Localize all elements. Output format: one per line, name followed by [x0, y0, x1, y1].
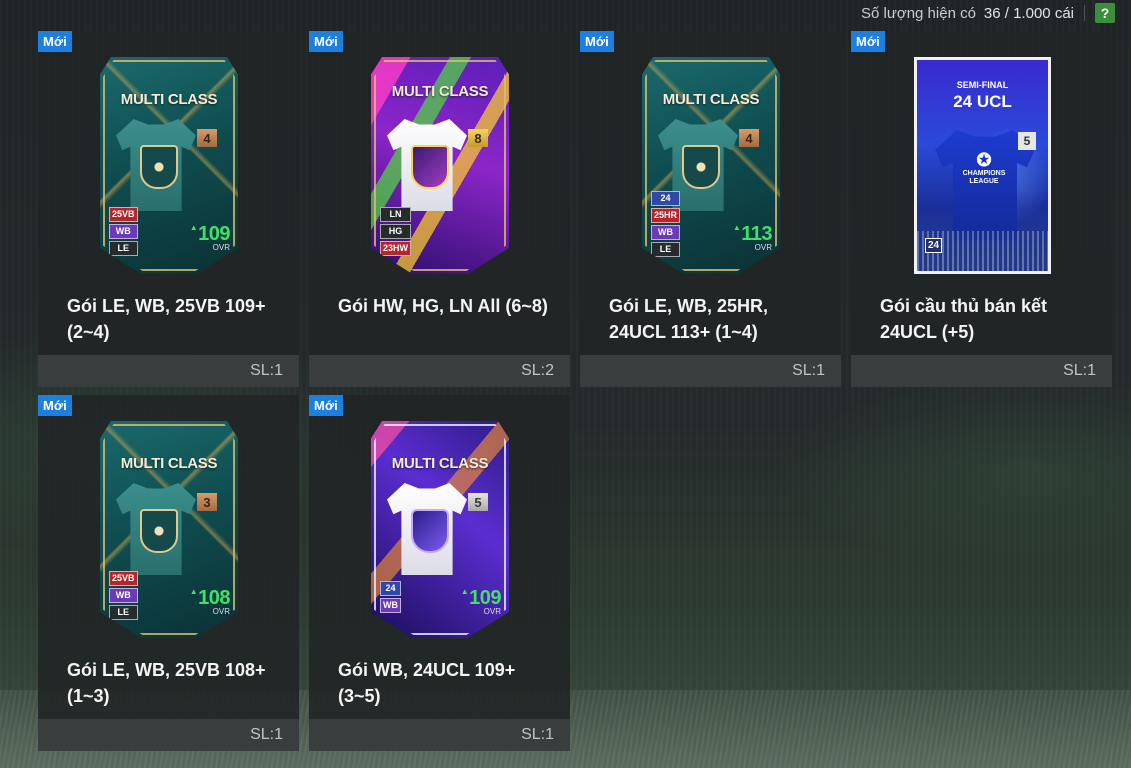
season-badge: 24: [380, 581, 401, 596]
season-badges: 25VB WB LE: [109, 571, 138, 620]
season-badge: WB: [380, 598, 401, 613]
pack-name: Gói cầu thủ bán kết 24UCL (+5): [880, 296, 1048, 342]
pack-footer: SL:1: [309, 719, 570, 751]
pack-card-image: MULTI CLASS 3 25VB WB LE 108 OVR: [100, 421, 238, 638]
pack-quantity: SL:1: [792, 362, 825, 379]
card-title: MULTI CLASS: [120, 91, 218, 108]
grade-badge: 8: [468, 129, 488, 147]
pack-quantity: SL:1: [1063, 362, 1096, 379]
pack-footer: SL:1: [580, 355, 841, 387]
pack-footer: SL:1: [851, 355, 1112, 387]
logo-text: CHAMPIONS LEAGUE: [962, 170, 1006, 185]
pack-tile[interactable]: Mới MULTI CLASS 4 25VB WB LE 109 OVR Gói…: [38, 31, 299, 387]
season-badge: 24: [651, 191, 681, 206]
season-badge: 25VB: [109, 571, 138, 586]
pack-footer: SL:1: [38, 355, 299, 387]
pack-quantity: SL:1: [250, 726, 283, 743]
crest-icon: [140, 145, 178, 189]
crest-icon: [140, 509, 178, 553]
card-title: MULTI CLASS: [391, 83, 489, 100]
grade-badge: 4: [739, 129, 759, 147]
new-badge: Mới: [851, 31, 885, 52]
new-badge: Mới: [38, 395, 72, 416]
season-badge: WB: [109, 588, 138, 603]
available-label: Số lượng hiện có: [860, 4, 976, 22]
help-button[interactable]: ?: [1095, 3, 1115, 23]
pack-name: Gói WB, 24UCL 109+ (3~5): [338, 660, 516, 706]
card-title: MULTI CLASS: [662, 91, 760, 108]
inventory-counter: Số lượng hiện có 36 / 1.000 cái ?: [861, 2, 1115, 24]
crest-icon: [411, 509, 449, 553]
season-badge: 25VB: [109, 207, 138, 222]
season-badge: HG: [380, 224, 412, 239]
grade-badge: 3: [197, 493, 217, 511]
card-subtitle: SEMI-FINAL: [956, 80, 1009, 90]
new-badge: Mới: [309, 31, 343, 52]
season-badge: 25HR: [651, 208, 681, 223]
pack-name: Gói HW, HG, LN All (6~8): [338, 296, 548, 316]
card-title: 24 UCL: [953, 92, 1012, 111]
pack-card-image: SEMI-FINAL 24 UCL ✪ CHAMPIONS LEAGUE 5 2…: [914, 57, 1051, 274]
season-badge: WB: [651, 225, 681, 240]
pack-name: Gói LE, WB, 25VB 108+ (1~3): [67, 660, 266, 706]
champions-league-logo: ✪ CHAMPIONS LEAGUE: [961, 150, 1007, 186]
season-badges: 25VB WB LE: [109, 207, 138, 256]
season-badge: 24: [925, 238, 943, 253]
pack-grid: Mới MULTI CLASS 4 25VB WB LE 109 OVR Gói…: [38, 31, 1112, 751]
season-badge: LN: [380, 207, 412, 222]
new-badge: Mới: [309, 395, 343, 416]
crest-icon: [682, 145, 720, 189]
pack-card-image: MULTI CLASS 5 24 WB 109 OVR: [371, 421, 509, 638]
starball-icon: ✪: [976, 150, 992, 170]
pack-name: Gói LE, WB, 25HR, 24UCL 113+ (1~4): [609, 296, 769, 342]
pack-name: Gói LE, WB, 25VB 109+ (2~4): [67, 296, 266, 342]
pack-tile[interactable]: Mới MULTI CLASS 8 LN HG 23HW Gói HW, HG,…: [309, 31, 570, 387]
season-badge: LE: [651, 242, 681, 257]
season-badges: 24 25HR WB LE: [651, 191, 681, 257]
card-title: MULTI CLASS: [391, 455, 489, 472]
pack-tile[interactable]: Mới MULTI CLASS 4 24 25HR WB LE 113 OVR …: [580, 31, 841, 387]
ovr-indicator: 108 OVR: [190, 587, 230, 616]
divider: [1084, 5, 1085, 21]
pack-quantity: SL:2: [521, 362, 554, 379]
pack-card-image: MULTI CLASS 8 LN HG 23HW: [371, 57, 509, 274]
season-badge: WB: [109, 224, 138, 239]
pack-quantity: SL:1: [521, 726, 554, 743]
pack-card-image: MULTI CLASS 4 24 25HR WB LE 113 OVR: [642, 57, 780, 274]
pack-quantity: SL:1: [250, 362, 283, 379]
season-badges: LN HG 23HW: [380, 207, 412, 256]
grade-badge: 5: [1018, 132, 1036, 150]
pack-footer: SL:2: [309, 355, 570, 387]
season-badge: LE: [109, 241, 138, 256]
available-count: 36 / 1.000 cái: [983, 4, 1074, 22]
card-title: MULTI CLASS: [120, 455, 218, 472]
new-badge: Mới: [580, 31, 614, 52]
pack-tile[interactable]: Mới SEMI-FINAL 24 UCL ✪ CHAMPIONS LEAGUE…: [851, 31, 1112, 387]
pack-tile[interactable]: Mới MULTI CLASS 3 25VB WB LE 108 OVR Gói…: [38, 395, 299, 751]
season-badge: 23HW: [380, 241, 412, 256]
pack-tile[interactable]: Mới MULTI CLASS 5 24 WB 109 OVR Gói WB, …: [309, 395, 570, 751]
season-badges: 24 WB: [380, 581, 401, 613]
grade-badge: 5: [468, 493, 488, 511]
pack-card-image: MULTI CLASS 4 25VB WB LE 109 OVR: [100, 57, 238, 274]
grade-badge: 4: [197, 129, 217, 147]
pack-footer: SL:1: [38, 719, 299, 751]
new-badge: Mới: [38, 31, 72, 52]
ovr-indicator: 109 OVR: [190, 223, 230, 252]
ovr-indicator: 109 OVR: [461, 587, 501, 616]
season-badge: LE: [109, 605, 138, 620]
crest-icon: [411, 145, 449, 189]
ovr-indicator: 113 OVR: [733, 223, 772, 252]
